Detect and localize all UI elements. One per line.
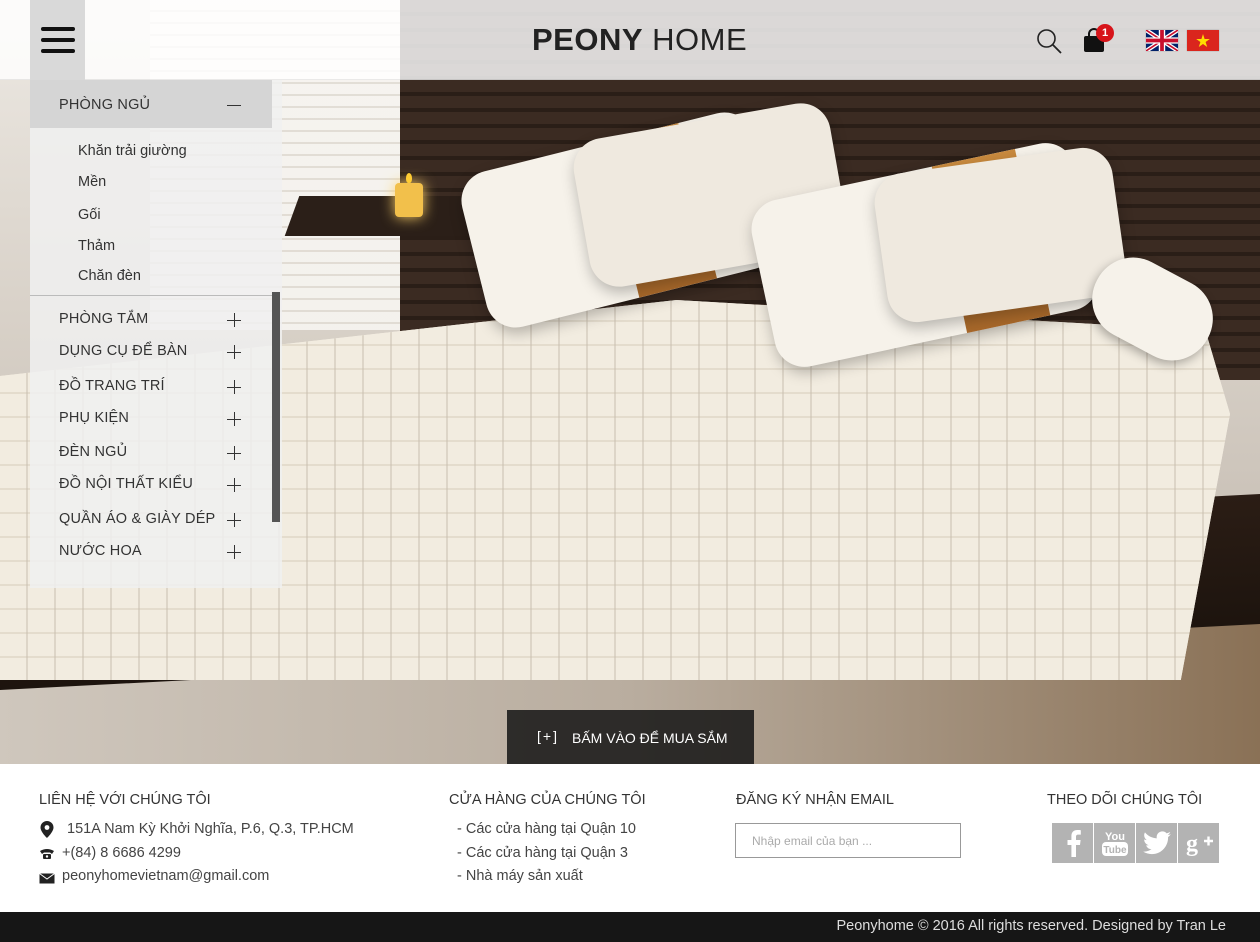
newsletter-heading: ĐĂNG KÝ NHẬN EMAIL xyxy=(736,792,894,808)
shop-now-button[interactable]: [+] BẤM VÀO ĐỂ MUA SẮM xyxy=(507,710,754,764)
menu-icon xyxy=(40,27,75,53)
contact-address: 151A Nam Kỳ Khởi Nghĩa, P.6, Q.3, TP.HCM xyxy=(67,821,354,837)
site-logo[interactable]: PEONY HOME xyxy=(532,22,747,58)
category-label: NƯỚC HOA xyxy=(59,543,142,559)
category-label: ĐÈN NGỦ xyxy=(59,444,128,460)
category-label: ĐỒ NỘI THẤT KIỂU xyxy=(59,476,193,492)
category-label: ĐỒ TRANG TRÍ xyxy=(59,378,165,394)
facebook-icon[interactable] xyxy=(1052,823,1093,863)
copyright-bar: Peonyhome © 2016 All rights reserved. De… xyxy=(0,912,1260,942)
expand-icon[interactable] xyxy=(227,380,241,394)
subcategory-item[interactable]: Gối xyxy=(78,207,101,223)
flag-uk-icon[interactable] xyxy=(1146,30,1178,51)
copyright-text: Peonyhome © 2016 All rights reserved. De… xyxy=(836,918,1226,934)
store-link[interactable]: - Nhà máy sản xuất xyxy=(457,868,583,884)
category-label: PHÒNG TẮM xyxy=(59,311,149,327)
cart-count-badge: 1 xyxy=(1096,24,1114,42)
expand-icon[interactable] xyxy=(227,446,241,460)
expand-icon[interactable] xyxy=(227,513,241,527)
category-label: PHỤ KIỆN xyxy=(59,410,130,426)
phone-icon xyxy=(40,849,54,859)
location-pin-icon xyxy=(40,821,54,838)
store-link[interactable]: - Các cửa hàng tại Quận 10 xyxy=(457,821,636,837)
subcategory-item[interactable]: Mền xyxy=(78,174,106,190)
expand-icon[interactable] xyxy=(227,545,241,559)
menu-button[interactable] xyxy=(30,0,85,80)
mail-icon xyxy=(39,873,55,884)
newsletter-email-input[interactable] xyxy=(735,823,961,858)
stores-heading: CỬA HÀNG CỦA CHÚNG TÔI xyxy=(449,792,646,808)
contact-phone: +(84) 8 6686 4299 xyxy=(62,845,181,861)
contact-email[interactable]: peonyhomevietnam@gmail.com xyxy=(62,868,269,884)
logo-bold-text: PEONY xyxy=(532,22,644,57)
svg-text:Tube: Tube xyxy=(1103,845,1127,856)
site-footer: LIÊN HỆ VỚI CHÚNG TÔI 151A Nam Kỳ Khởi N… xyxy=(0,764,1260,912)
sidebar-scrollbar[interactable] xyxy=(272,292,280,522)
search-icon[interactable] xyxy=(1036,28,1062,54)
store-link[interactable]: - Các cửa hàng tại Quận 3 xyxy=(457,845,628,861)
category-label: PHÒNG NGỦ xyxy=(59,97,151,113)
collapse-icon[interactable] xyxy=(227,98,241,112)
flag-vn-icon[interactable] xyxy=(1187,30,1219,51)
expand-icon[interactable] xyxy=(227,313,241,327)
subcategory-item[interactable]: Chăn đèn xyxy=(78,268,141,284)
hero-candle xyxy=(395,173,423,217)
subcategory-item[interactable]: Thảm xyxy=(78,238,115,254)
google-plus-icon[interactable]: g xyxy=(1178,823,1219,863)
divider xyxy=(30,295,272,296)
category-label: QUẦN ÁO & GIÀY DÉP xyxy=(59,511,216,527)
category-sidebar: PHÒNG NGỦ Khăn trải giường Mền Gối Thảm … xyxy=(30,80,282,588)
expand-icon[interactable] xyxy=(227,478,241,492)
category-phong-ngu[interactable]: PHÒNG NGỦ xyxy=(30,80,272,128)
shop-now-label: BẤM VÀO ĐỂ MUA SẮM xyxy=(572,730,728,746)
contact-heading: LIÊN HỆ VỚI CHÚNG TÔI xyxy=(39,792,211,808)
plus-icon: [+] xyxy=(537,728,559,744)
subcategory-item[interactable]: Khăn trải giường xyxy=(78,143,187,159)
follow-heading: THEO DÕI CHÚNG TÔI xyxy=(1047,792,1203,808)
category-label: DỤNG CỤ ĐỂ BÀN xyxy=(59,343,188,359)
youtube-icon[interactable]: You Tube xyxy=(1094,823,1135,863)
expand-icon[interactable] xyxy=(227,345,241,359)
twitter-icon[interactable] xyxy=(1136,823,1177,863)
svg-text:g: g xyxy=(1186,831,1198,856)
expand-icon[interactable] xyxy=(227,412,241,426)
site-header: PEONY HOME 1 xyxy=(0,0,1260,80)
logo-light-text: HOME xyxy=(652,22,748,57)
svg-text:You: You xyxy=(1105,831,1125,843)
